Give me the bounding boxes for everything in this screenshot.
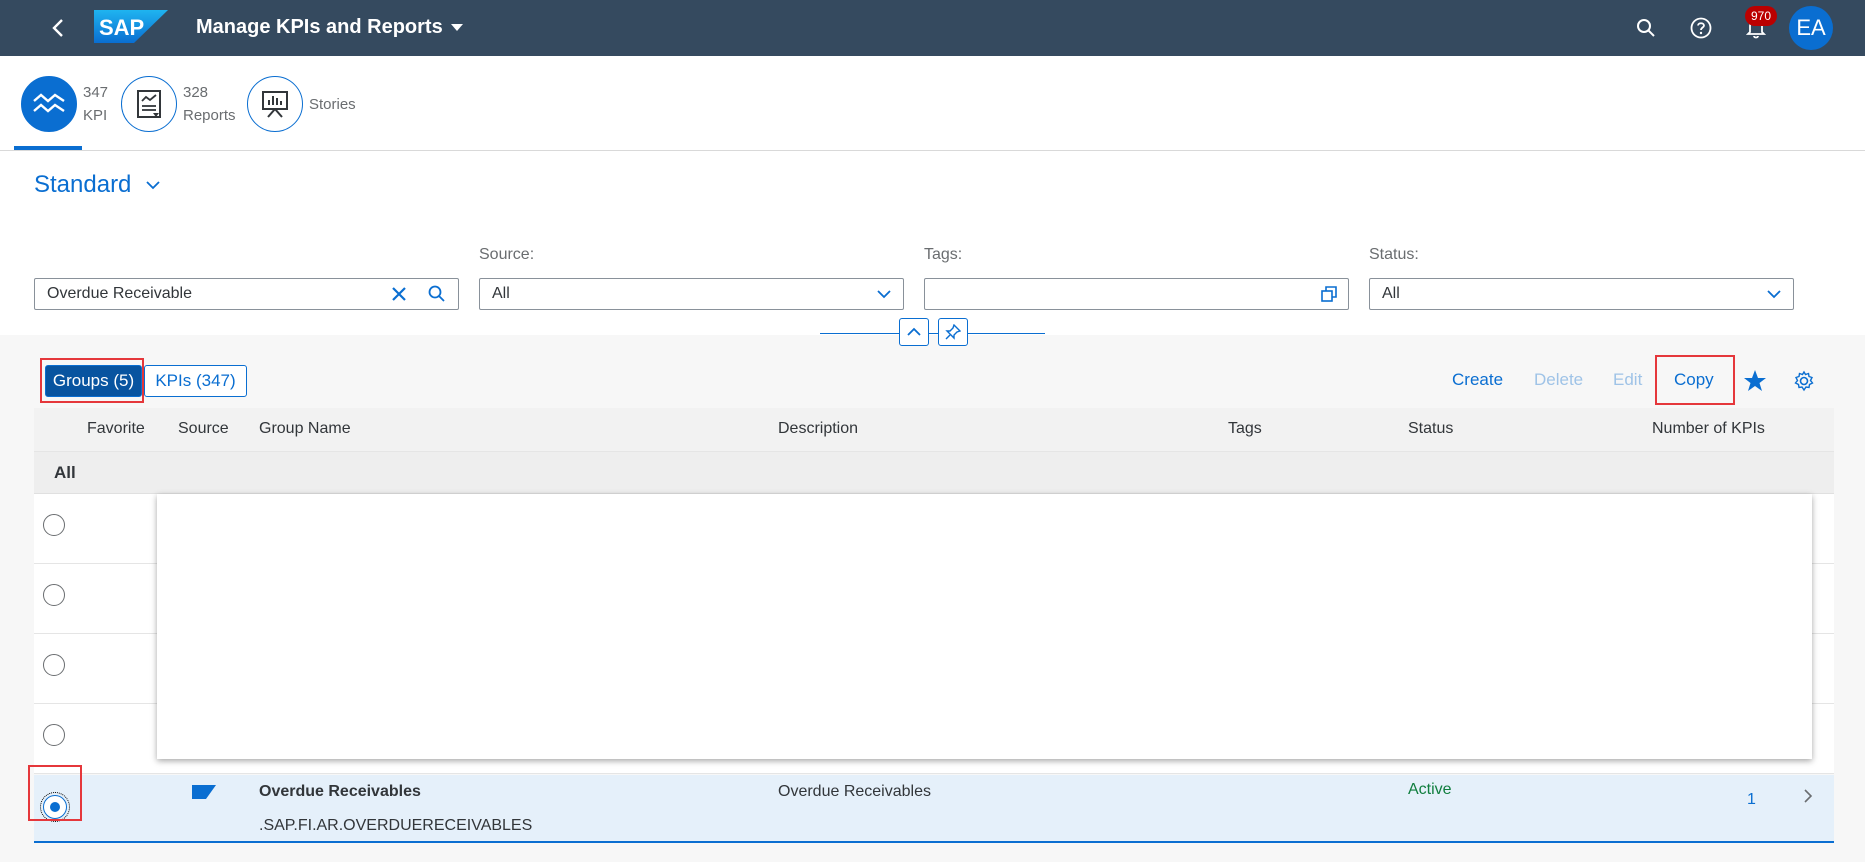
group-id: .SAP.FI.AR.OVERDUERECEIVABLES <box>259 817 533 834</box>
row-radio[interactable] <box>43 584 65 606</box>
search-input[interactable]: Overdue Receivable <box>47 285 192 303</box>
highlight-copy <box>1655 355 1735 405</box>
tab-reports-circle <box>121 76 177 132</box>
source-filter-label: Source: <box>479 246 535 263</box>
collapse-filter-button[interactable] <box>899 318 929 346</box>
user-avatar[interactable]: EA <box>1789 6 1833 50</box>
chevron-up-icon <box>907 327 921 336</box>
gear-icon <box>1794 370 1814 392</box>
tab-reports[interactable]: 328 Reports <box>121 74 236 134</box>
tab-kpi-count: 347 <box>83 84 109 101</box>
column-status[interactable]: Status <box>1408 420 1453 438</box>
caret-down-icon <box>450 23 463 31</box>
column-favorite[interactable]: Favorite <box>87 420 145 438</box>
value-help-icon <box>1321 286 1337 302</box>
filter-bar: Standard Overdue Receivable Source: All … <box>0 151 1865 346</box>
search-field[interactable]: Overdue Receivable <box>34 278 459 310</box>
column-description[interactable]: Description <box>778 420 858 438</box>
chevron-down-icon <box>877 290 891 299</box>
search-icon <box>1637 19 1655 37</box>
variant-name: Standard <box>34 171 132 198</box>
chevron-left-icon <box>52 19 63 37</box>
search-submit-button[interactable] <box>425 282 449 306</box>
group-description: Overdue Receivables <box>778 783 931 800</box>
create-button[interactable]: Create <box>1452 370 1503 390</box>
column-group-name[interactable]: Group Name <box>259 420 351 438</box>
app-title-menu[interactable]: Manage KPIs and Reports <box>196 16 463 39</box>
tags-value-help-button[interactable] <box>1317 282 1341 306</box>
notification-badge: 970 <box>1745 6 1777 26</box>
app-title: Manage KPIs and Reports <box>196 16 443 38</box>
back-button[interactable] <box>44 14 72 42</box>
close-icon <box>392 287 406 301</box>
status-select-value: All <box>1382 285 1400 302</box>
pin-filter-button[interactable] <box>938 318 968 346</box>
chevron-down-icon <box>146 181 161 190</box>
number-of-kpis: 1 <box>1747 791 1756 808</box>
tab-stories-label: Stories <box>309 95 356 113</box>
highlight-selected-radio <box>28 765 82 821</box>
tab-kpi-circle <box>21 76 77 132</box>
status-select[interactable]: All <box>1369 278 1794 310</box>
search-button[interactable] <box>1632 14 1660 42</box>
status-dropdown-arrow[interactable] <box>1762 282 1786 306</box>
svg-text:SAP: SAP <box>99 15 144 40</box>
clear-search-button[interactable] <box>387 282 411 306</box>
tab-reports-label: Reports <box>183 107 236 124</box>
icon-tab-bar: 347 KPI 328 Reports Stories <box>0 56 1865 151</box>
source-select-value: All <box>492 285 510 302</box>
source-select[interactable]: All <box>479 278 904 310</box>
status-filter-label: Status: <box>1369 246 1419 263</box>
shell-bar: SAP Manage KPIs and Reports 970 EA <box>0 0 1865 56</box>
group-header-label: All <box>54 463 76 482</box>
tags-filter-label: Tags: <box>924 246 963 263</box>
table-row-selected[interactable]: Overdue Receivables .SAP.FI.AR.OVERDUERE… <box>34 775 1834 843</box>
chevron-down-icon <box>1767 290 1781 299</box>
sap-logo: SAP <box>94 10 168 43</box>
row-radio[interactable] <box>43 514 65 536</box>
tab-reports-count: 328 <box>183 84 209 101</box>
delete-button[interactable]: Delete <box>1534 370 1583 390</box>
column-source[interactable]: Source <box>178 420 229 438</box>
source-dropdown-arrow[interactable] <box>872 282 896 306</box>
tags-input[interactable] <box>924 278 1349 310</box>
chevron-right-icon[interactable] <box>1802 787 1814 805</box>
filter-collapse-divider <box>820 333 1045 334</box>
sap-source-flag-icon <box>192 785 216 799</box>
edit-button[interactable]: Edit <box>1613 370 1642 390</box>
help-button[interactable] <box>1687 14 1715 42</box>
tab-stories[interactable]: Stories <box>247 74 356 134</box>
favorite-toggle-button[interactable] <box>1741 367 1769 395</box>
table-header: Favorite Source Group Name Description T… <box>34 408 1834 452</box>
row-radio[interactable] <box>43 724 65 746</box>
group-header-row: All <box>34 452 1834 494</box>
column-number-of-kpis[interactable]: Number of KPIs <box>1652 420 1765 438</box>
presentation-board-icon <box>262 91 288 118</box>
row-overlay-popup <box>157 494 1812 759</box>
pin-icon <box>945 324 961 340</box>
variant-selector[interactable]: Standard <box>34 171 161 199</box>
row-radio[interactable] <box>43 654 65 676</box>
selected-tab-indicator <box>14 146 82 150</box>
tab-kpi-label: KPI <box>83 107 108 124</box>
group-name: Overdue Receivables <box>259 783 421 800</box>
kpis-segment-button[interactable]: KPIs (347) <box>144 365 247 397</box>
tab-kpi[interactable]: 347 KPI <box>21 74 108 134</box>
report-icon <box>137 90 161 118</box>
status-active: Active <box>1408 781 1452 798</box>
help-icon <box>1690 17 1712 39</box>
tab-stories-circle <box>247 76 303 132</box>
highlight-groups <box>40 358 144 403</box>
star-icon <box>1744 370 1766 391</box>
column-tags[interactable]: Tags <box>1228 420 1262 438</box>
table-settings-button[interactable] <box>1790 367 1818 395</box>
search-icon <box>428 285 445 302</box>
kpi-line-chart-icon <box>33 93 65 113</box>
